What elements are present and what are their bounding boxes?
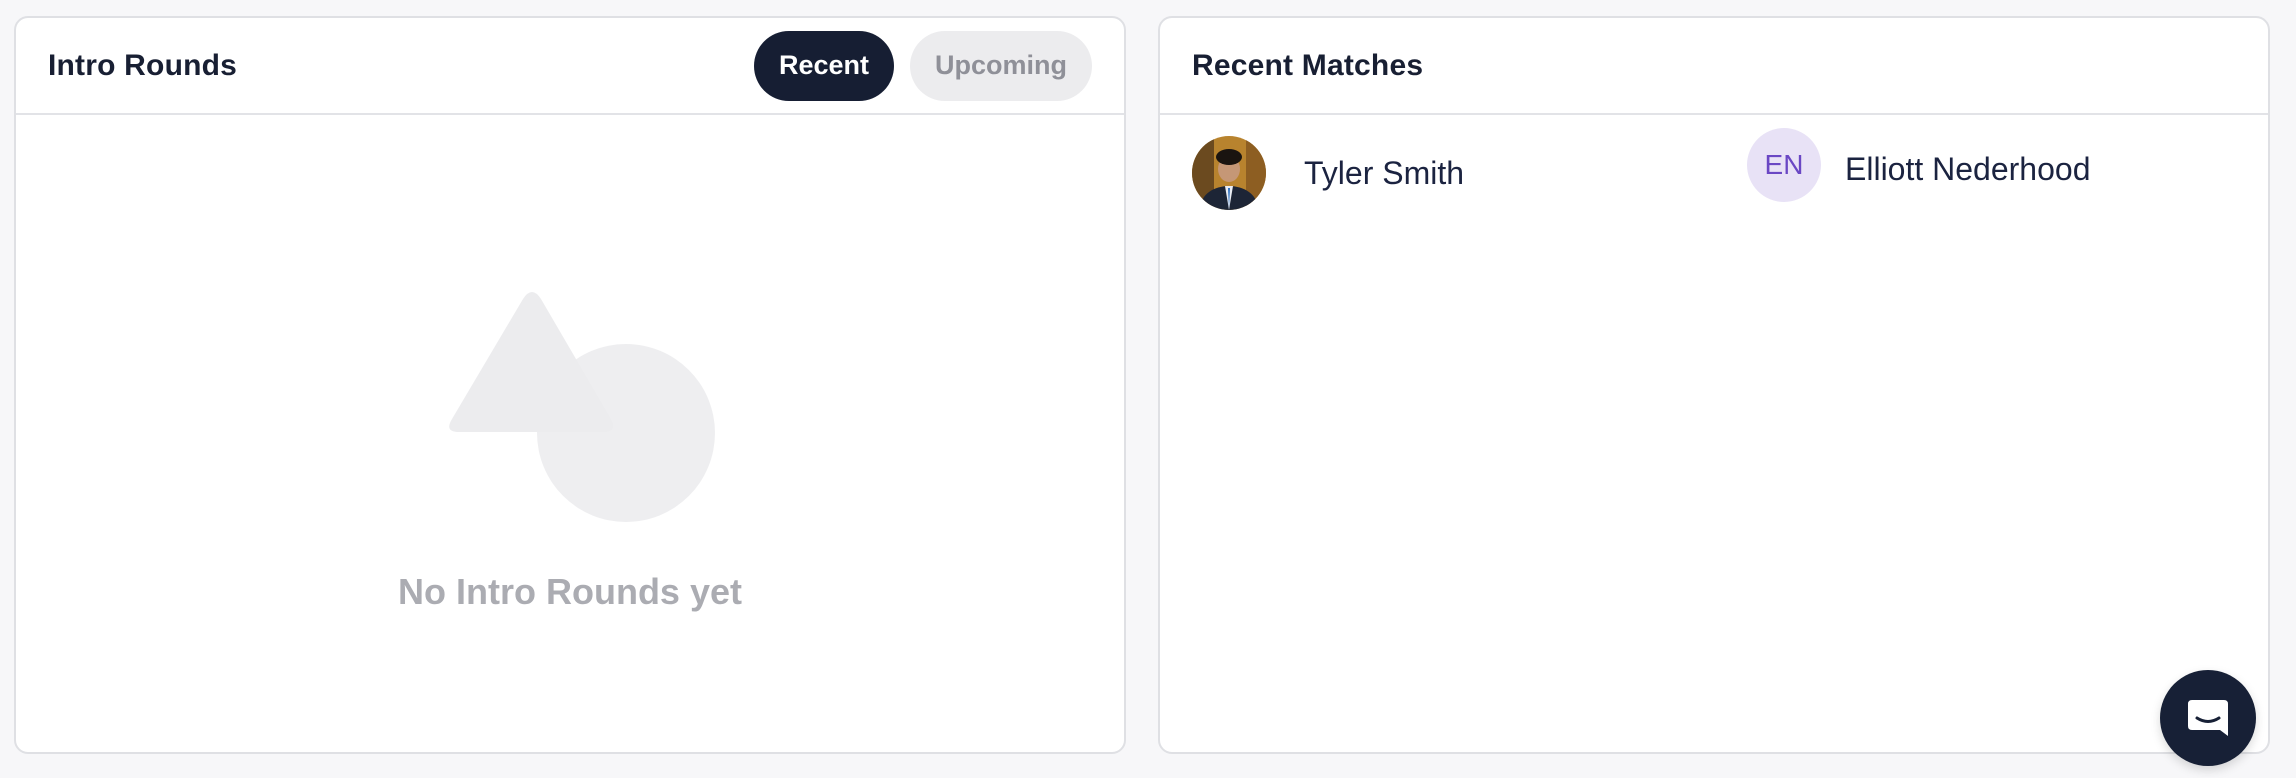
recent-matches-header: Recent Matches [1160,18,2268,115]
chat-bubble-icon [2188,700,2228,736]
avatar[interactable] [1192,136,1266,210]
recent-matches-title: Recent Matches [1192,48,1424,82]
intro-rounds-panel: Intro Rounds Recent Upcoming No Intro Ro… [14,16,1126,754]
intro-rounds-empty-state: No Intro Rounds yet [16,117,1124,752]
empty-message: No Intro Rounds yet [398,571,742,612]
match-person-b[interactable]: EN Elliott Nederhood [1747,128,2090,202]
chat-launcher-button[interactable] [2160,670,2256,766]
avatar[interactable]: EN [1747,128,1821,202]
person-name[interactable]: Elliott Nederhood [1845,151,2090,188]
tab-upcoming[interactable]: Upcoming [910,30,1092,101]
intro-rounds-header: Intro Rounds Recent Upcoming [16,18,1124,115]
recent-matches-panel: Recent Matches Tyler Smith EN Elliott Ne… [1158,16,2270,754]
intro-rounds-toggle: Recent Upcoming [754,30,1092,101]
avatar-photo-image [1192,136,1266,210]
match-person-a[interactable]: Tyler Smith [1192,136,1464,210]
match-row[interactable]: Tyler Smith EN Elliott Nederhood [1192,128,2252,222]
person-name[interactable]: Tyler Smith [1304,155,1464,192]
empty-shapes-illustration [449,292,715,522]
tab-recent[interactable]: Recent [754,30,894,101]
intro-rounds-title: Intro Rounds [48,48,238,82]
